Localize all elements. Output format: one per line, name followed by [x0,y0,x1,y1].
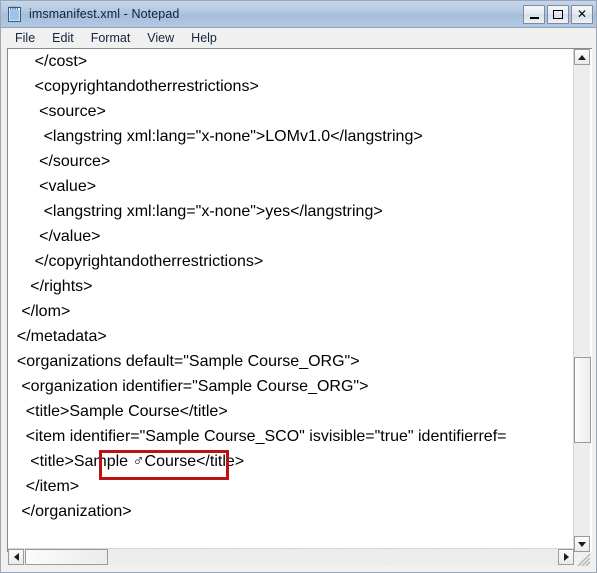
menu-item-help[interactable]: Help [183,30,226,47]
code-line: <item identifier="Sample Course_SCO" isv… [8,428,507,445]
notepad-icon [6,6,23,23]
code-line: </value> [8,228,101,245]
vertical-scroll-thumb[interactable] [574,357,591,443]
caption-button-group: ✕ [523,4,593,24]
scroll-left-arrow-icon [13,553,19,561]
scroll-up-arrow-icon [578,54,586,60]
maximize-button[interactable] [547,4,569,24]
window-bottom-strip [1,566,596,572]
code-line: </rights> [8,278,93,295]
code-line: <langstring xml:lang="x-none">yes</langs… [8,203,383,220]
code-line: <copyrightandotherrestrictions> [8,78,259,95]
menu-item-edit[interactable]: Edit [44,30,83,47]
vertical-scrollbar[interactable] [573,49,591,552]
menu-item-view[interactable]: View [139,30,183,47]
code-line: </metadata> [8,328,107,345]
menu-item-file[interactable]: File [7,30,44,47]
scroll-right-button[interactable] [558,549,574,565]
maximize-icon [553,9,563,19]
resize-grip-icon[interactable] [576,552,591,567]
horizontal-scrollbar[interactable] [8,548,574,565]
scroll-right-arrow-icon [563,553,569,561]
code-line: </copyrightandotherrestrictions> [8,253,264,270]
code-line: <langstring xml:lang="x-none">LOMv1.0</l… [8,128,423,145]
code-line: <value> [8,178,97,195]
close-button[interactable]: ✕ [571,4,593,24]
minimize-button[interactable] [523,4,545,24]
code-line: </item> [8,478,80,495]
code-line: </source> [8,153,111,170]
code-line: </organization> [8,503,132,520]
menu-bar: File Edit Format View Help [1,28,596,48]
code-line-highlighted: <title>Sample ♂Course</title> [8,453,245,470]
code-line: <organizations default="Sample Course_OR… [8,353,360,370]
scroll-down-button[interactable] [574,536,590,552]
scroll-left-button[interactable] [8,549,24,565]
minimize-icon [529,16,539,19]
close-icon: ✕ [576,7,588,21]
scroll-down-arrow-icon [578,541,586,547]
code-line: <source> [8,103,106,120]
scroll-up-button[interactable] [574,49,590,65]
horizontal-scroll-thumb[interactable] [25,549,108,565]
menu-item-format[interactable]: Format [83,30,140,47]
notepad-window: imsmanifest.xml - Notepad ✕ File Edit Fo… [0,0,597,573]
code-line: </lom> [8,303,71,320]
code-line: <title>Sample Course</title> [8,403,228,420]
code-line: </cost> [8,53,88,70]
title-bar[interactable]: imsmanifest.xml - Notepad ✕ [1,1,596,28]
code-line: <organization identifier="Sample Course_… [8,378,369,395]
xml-text-editor[interactable]: </cost> <copyrightandotherrestrictions> … [8,49,564,530]
window-title: imsmanifest.xml - Notepad [29,7,180,21]
